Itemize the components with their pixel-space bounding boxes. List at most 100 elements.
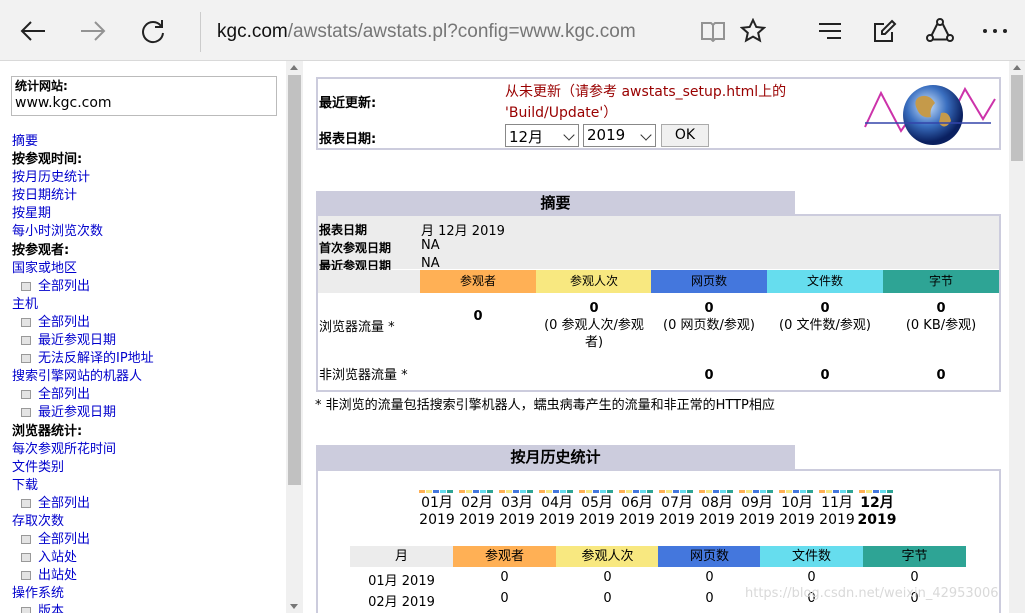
nav-section-heading: 按参观者:	[12, 242, 282, 260]
nav-subitem[interactable]: 入站处	[12, 549, 282, 567]
month-year: 2019	[819, 512, 855, 528]
nav-link[interactable]: 按日期统计	[12, 187, 282, 205]
list-bullet-icon	[21, 607, 31, 613]
nav-link[interactable]: 每小时浏览次数	[12, 223, 282, 241]
share-button[interactable]	[923, 14, 957, 48]
nav-link[interactable]: 操作系统	[12, 585, 282, 603]
month-bar	[426, 490, 432, 493]
nav-subitem[interactable]: 最近参观日期	[12, 404, 282, 422]
summary-header-blank	[318, 270, 420, 293]
browser-traffic-ratio: (0 参观人次/参观者)	[544, 318, 644, 350]
list-bullet-icon	[21, 535, 31, 545]
month-year: 2019	[739, 512, 775, 528]
nav-subitem[interactable]: 全部列出	[12, 314, 282, 332]
scroll-up-icon[interactable]	[290, 65, 298, 70]
month-label: 09月 2019	[737, 495, 777, 529]
month-bar	[793, 490, 799, 493]
list-bullet-icon	[21, 281, 31, 291]
last-update-label: 最近更新:	[319, 96, 377, 111]
nav-item-label: 按星期	[12, 206, 52, 222]
month-label: 08月 2019	[697, 495, 737, 529]
scrollbar-thumb[interactable]	[288, 75, 301, 485]
web-note-button[interactable]	[868, 14, 902, 48]
nav-link[interactable]: 存取次数	[12, 513, 282, 531]
month-bar	[553, 490, 559, 493]
nav-item-label: 下载	[12, 477, 39, 493]
month-bar	[607, 490, 613, 493]
nav-item-label: 国家或地区	[12, 260, 78, 276]
browser-traffic-ratio: (0 网页数/参观)	[663, 318, 755, 333]
ok-button[interactable]: OK	[661, 124, 709, 147]
refresh-button[interactable]	[136, 14, 170, 48]
summary-column-header: 参观者	[420, 270, 536, 293]
nav-link[interactable]: 国家或地区	[12, 260, 282, 278]
month-bar	[600, 490, 606, 493]
nav-link[interactable]: 下载	[12, 477, 282, 495]
month-bar	[567, 490, 573, 493]
month-name: 04月	[541, 495, 573, 511]
nav-link[interactable]: 每次参观所花时间	[12, 441, 282, 459]
nav-subitem[interactable]: 全部列出	[12, 531, 282, 549]
more-button[interactable]	[978, 14, 1012, 48]
month-select[interactable]: 12月	[505, 124, 579, 147]
nav-subitem[interactable]: 出站处	[12, 567, 282, 585]
nav-section-heading: 按参观时间:	[12, 151, 282, 169]
month-name: 09月	[741, 495, 773, 511]
monthly-row-value: 0	[910, 570, 919, 585]
nav-subitem[interactable]: 版本	[12, 603, 282, 613]
address-bar[interactable]: kgc.com/awstats/awstats.pl?config=www.kg…	[200, 12, 778, 52]
note-pen-icon	[874, 19, 897, 42]
nav-link[interactable]: 按月历史统计	[12, 169, 282, 187]
month-name: 03月	[501, 495, 533, 511]
month-bar	[513, 490, 519, 493]
site-info-box: 统计网站: www.kgc.com	[11, 76, 277, 116]
hub-button[interactable]	[813, 14, 847, 48]
month-bar	[506, 490, 512, 493]
summary-column-header: 网页数	[651, 270, 767, 293]
monthly-row-value: 0	[705, 570, 714, 585]
month-bar	[619, 490, 625, 493]
summary-column-header: 参观人次	[536, 270, 652, 293]
forward-button[interactable]	[76, 14, 110, 48]
nav-item-label: 搜索引擎网站的机器人	[12, 369, 143, 385]
nav-subitem[interactable]: 最近参观日期	[12, 332, 282, 350]
nav-link[interactable]: 主机	[12, 296, 282, 314]
month-bar	[753, 490, 759, 493]
nav-link[interactable]: 文件类别	[12, 459, 282, 477]
month-bar	[727, 490, 733, 493]
scroll-down-icon[interactable]	[290, 604, 298, 609]
scrollbar-thumb[interactable]	[1011, 75, 1023, 161]
month-name: 12月	[860, 495, 894, 511]
address-path: /awstats/awstats.pl?config=www.kgc.com	[287, 21, 636, 42]
nav-item-label: 按月历史统计	[12, 170, 91, 186]
nav-item-label: 按参观时间:	[12, 152, 83, 168]
nav-subitem[interactable]: 无法反解译的IP地址	[12, 350, 282, 368]
favorite-button[interactable]	[736, 14, 770, 48]
monthly-column-header: 网页数	[658, 546, 761, 567]
book-icon	[701, 22, 725, 42]
nav-subitem[interactable]: 全部列出	[12, 278, 282, 296]
back-button[interactable]	[16, 14, 50, 48]
year-select[interactable]: 2019	[583, 124, 656, 147]
month-bar	[746, 490, 752, 493]
nav-link[interactable]: 搜索引擎网站的机器人	[12, 368, 282, 386]
scroll-up-icon[interactable]	[1013, 65, 1021, 70]
star-icon	[740, 18, 766, 43]
month-bar	[833, 490, 839, 493]
month-bar	[680, 490, 686, 493]
month-select-value: 12月	[509, 128, 544, 146]
nav-subitem[interactable]: 全部列出	[12, 495, 282, 513]
nav-item-label: 文件类别	[12, 459, 65, 475]
month-bar	[866, 490, 872, 493]
nav-link[interactable]: 按星期	[12, 205, 282, 223]
nav-scrollbar[interactable]	[286, 61, 303, 613]
month-name: 02月	[461, 495, 493, 511]
first-visit-value: NA	[421, 238, 440, 253]
browser-traffic-ratio: (0 KB/参观)	[905, 318, 977, 333]
nav-link[interactable]: 摘要	[12, 133, 282, 151]
main-scrollbar[interactable]	[1009, 61, 1025, 613]
month-bar	[520, 490, 526, 493]
reading-view-button[interactable]	[696, 14, 730, 48]
nav-subitem[interactable]: 全部列出	[12, 386, 282, 404]
month-name: 07月	[661, 495, 693, 511]
